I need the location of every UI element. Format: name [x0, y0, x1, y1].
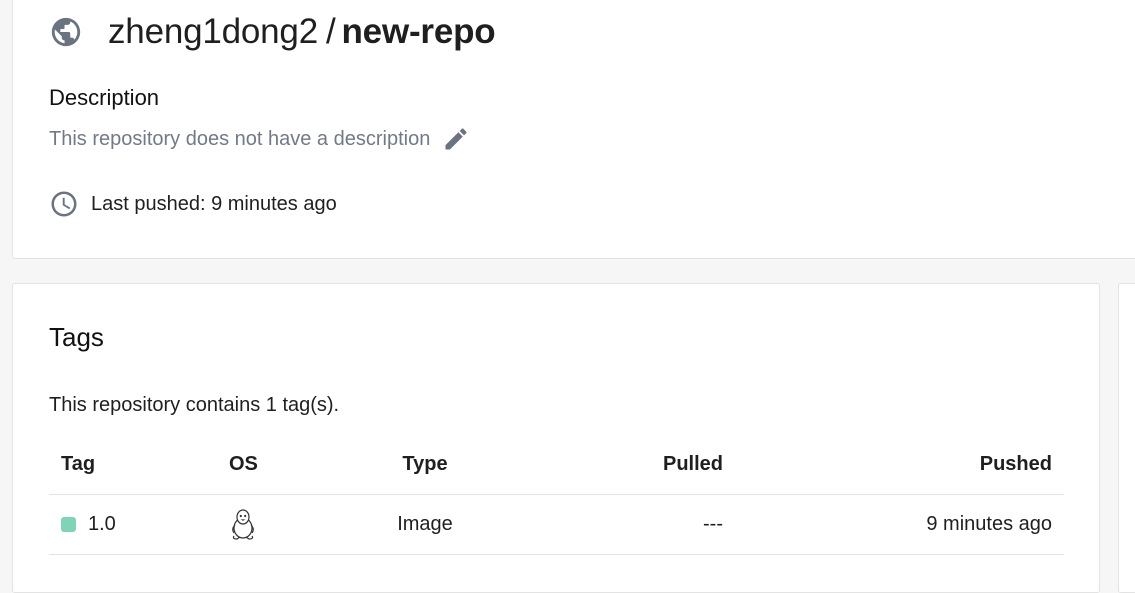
- repo-title-separator: /: [325, 12, 336, 51]
- column-header-pushed: Pushed: [735, 436, 1064, 495]
- tag-name-link[interactable]: 1.0: [88, 513, 116, 536]
- description-heading: Description: [49, 85, 160, 110]
- tag-status-indicator: [61, 516, 76, 532]
- repo-header: zheng1dong2/new-repo: [49, 7, 496, 57]
- tag-cell: 1.0: [49, 494, 217, 555]
- linux-icon: [229, 508, 257, 540]
- description-text: This repository does not have a descript…: [49, 127, 431, 150]
- column-header-tag: Tag: [49, 436, 217, 495]
- last-pushed-text: Last pushed: 9 minutes ago: [91, 192, 337, 215]
- clock-icon: [49, 189, 79, 219]
- tags-table: Tag OS Type Pulled Pushed 1.0 Image --- …: [49, 436, 1064, 555]
- table-row[interactable]: 1.0 Image --- 9 minutes ago: [49, 494, 1064, 555]
- globe-icon: [49, 15, 83, 49]
- column-header-type: Type: [355, 436, 495, 495]
- repo-info-card: zheng1dong2/new-repo Description This re…: [12, 0, 1135, 259]
- repo-title: zheng1dong2/new-repo: [108, 12, 496, 52]
- last-pushed-row: Last pushed: 9 minutes ago: [49, 189, 337, 219]
- pushed-cell: 9 minutes ago: [735, 494, 1064, 555]
- type-cell: Image: [355, 494, 495, 555]
- column-header-os: OS: [217, 436, 355, 495]
- repo-namespace[interactable]: zheng1dong2: [108, 12, 318, 51]
- pulled-cell: ---: [495, 494, 735, 555]
- tags-summary: This repository contains 1 tag(s).: [49, 394, 340, 416]
- pencil-icon[interactable]: [442, 125, 470, 153]
- description-row: This repository does not have a descript…: [49, 125, 470, 153]
- tags-card: Tags This repository contains 1 tag(s). …: [12, 283, 1100, 593]
- tags-table-header-row: Tag OS Type Pulled Pushed: [49, 436, 1064, 495]
- tags-title: Tags: [49, 322, 104, 352]
- os-cell: [217, 494, 355, 555]
- column-header-pulled: Pulled: [495, 436, 735, 495]
- repo-name: new-repo: [341, 12, 496, 51]
- side-panel-card: [1118, 283, 1135, 593]
